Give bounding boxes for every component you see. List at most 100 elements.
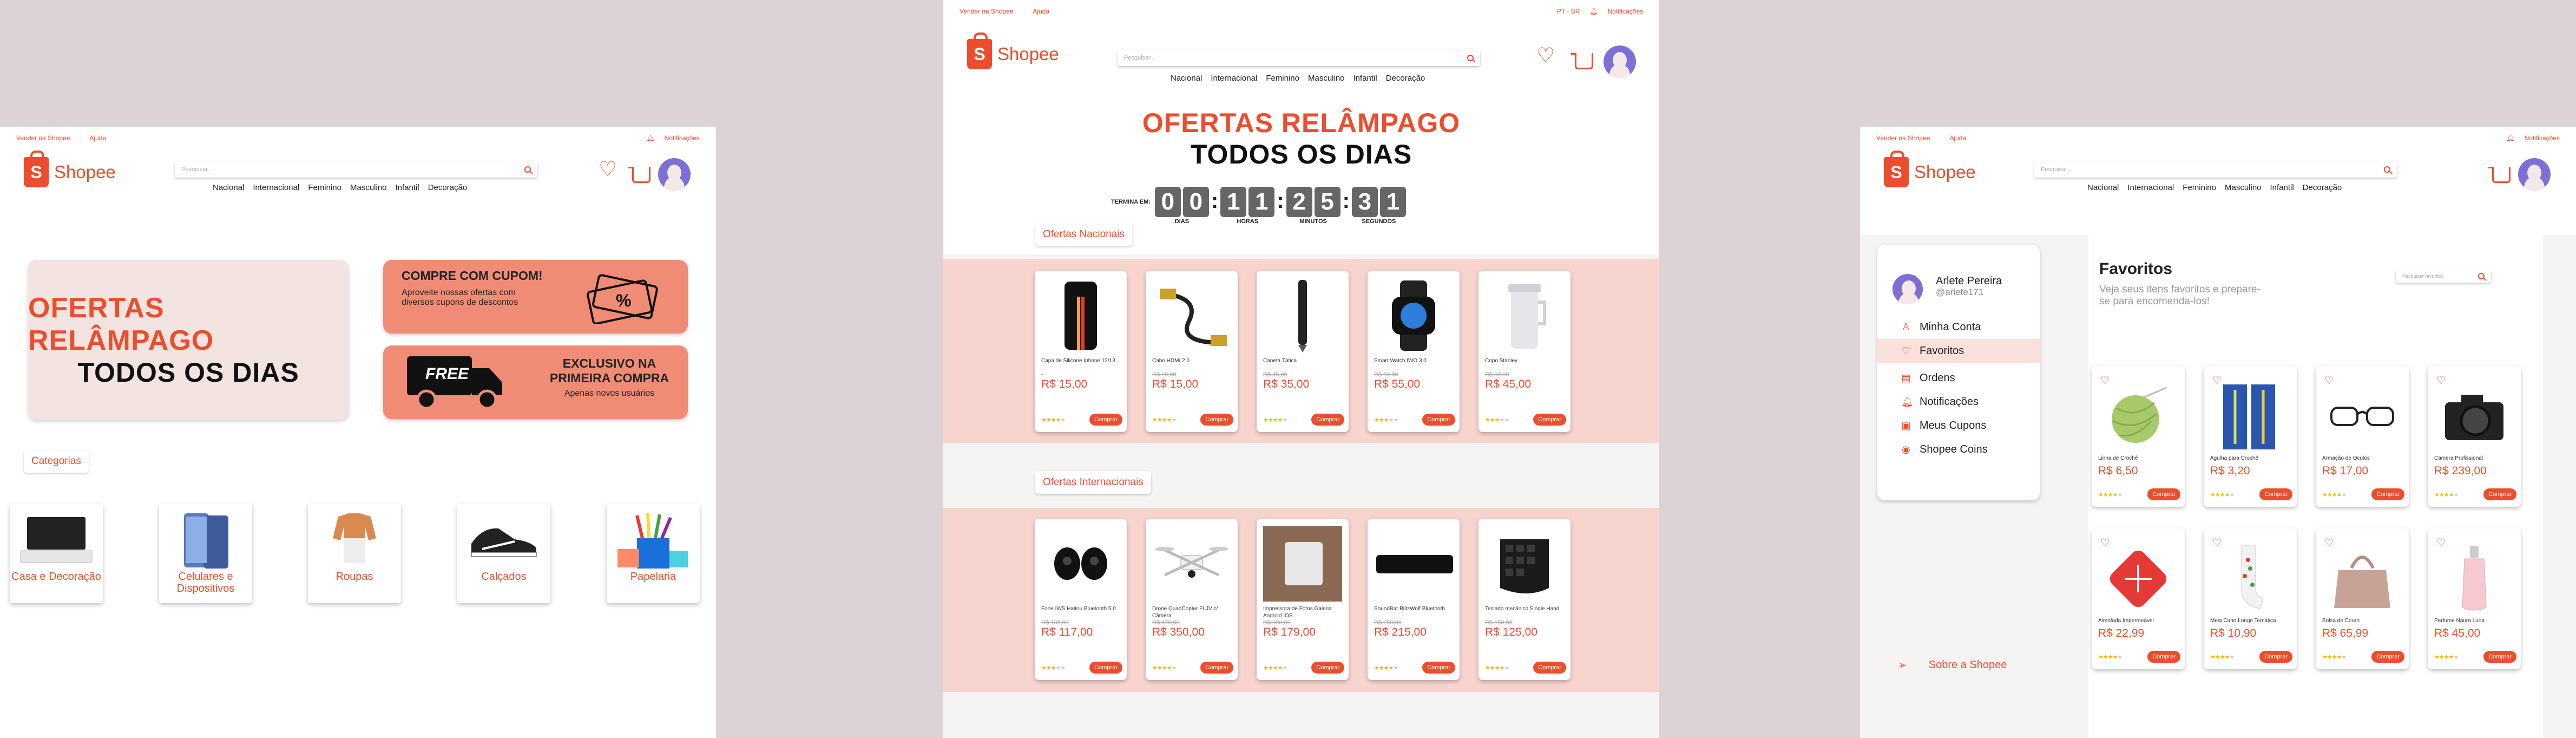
free-shipping-banner[interactable]: FREE EXCLUSIVO NA PRIMEIRA COMPRA Apenas… [383, 345, 688, 419]
favorite-card[interactable]: ♡ Bolsa de Couro R$ 65,99 ★★★★★ Comprar [2316, 528, 2409, 669]
sell-link[interactable]: Vender na Shopee [960, 8, 1013, 15]
search-input[interactable]: Pesquisar... [2034, 161, 2397, 178]
nav-item[interactable]: Feminino [2183, 183, 2216, 192]
buy-button[interactable]: Comprar [1422, 414, 1455, 426]
cart-icon[interactable] [1571, 53, 1593, 69]
help-link[interactable]: Ajuda [1033, 8, 1049, 15]
nav-item[interactable]: Feminino [1266, 74, 1299, 83]
product-card[interactable]: Drone QuadCopter FLJV c/ Câmera R$ 470,00… [1146, 519, 1238, 680]
category-card[interactable]: Roupas [308, 504, 401, 603]
nav-item[interactable]: Decoração [428, 183, 468, 192]
category-card[interactable]: Papelaria [607, 504, 700, 603]
menu-item-cupons[interactable]: ▣ Meus Cupons [1877, 414, 2040, 437]
search-icon[interactable] [2384, 166, 2390, 173]
nav-item[interactable]: Internacional [253, 183, 299, 192]
favorite-card[interactable]: ♡ Agulha para Crochê R$ 3,20 ★★★★★ Comprar [2204, 366, 2297, 507]
avatar[interactable] [2518, 158, 2551, 191]
buy-button[interactable]: Comprar [2259, 651, 2292, 663]
nav-item[interactable]: Masculino [1308, 74, 1345, 83]
notifications-link[interactable]: Notificações [665, 134, 700, 142]
language-selector[interactable]: PT - BR [1557, 8, 1580, 15]
bell-icon[interactable]: 🔔︎ [646, 134, 654, 142]
category-card[interactable]: Celulares e Dispositivos [159, 504, 252, 603]
notifications-link[interactable]: Notificações [2525, 134, 2560, 142]
favorite-card[interactable]: ♡ Perfume Naura Luna R$ 45,00 ★★★★★ Comprar [2428, 528, 2521, 669]
product-card[interactable]: Copo Stanley R$ 60,00 R$ 45,00 ★★★★★ Comprar [1478, 271, 1570, 432]
buy-button[interactable]: Comprar [1422, 662, 1455, 674]
category-card[interactable]: Calçados [457, 504, 550, 603]
product-card[interactable]: Capa de Silicone Iphone 12/13 R$ 15,00 ★★… [1035, 271, 1127, 432]
buy-button[interactable]: Comprar [1200, 662, 1233, 674]
avatar[interactable] [1604, 45, 1636, 78]
product-card[interactable]: SoundBar BiltzWolf Bluetooth R$ 250,00 R$ … [1368, 519, 1460, 680]
favorites-heart-icon[interactable]: ♡ [1536, 45, 1555, 66]
help-link[interactable]: Ajuda [1949, 134, 1966, 142]
product-card[interactable]: Cabo HDMI 2.0 R$ 20,00 R$ 15,00 ★★★★★ Compra… [1146, 271, 1238, 432]
buy-button[interactable]: Comprar [2371, 488, 2404, 500]
category-card[interactable]: Casa e Decoração [10, 504, 103, 603]
avatar[interactable] [658, 158, 691, 191]
buy-button[interactable]: Comprar [2259, 488, 2292, 500]
buy-button[interactable]: Comprar [1311, 414, 1344, 426]
favorite-card[interactable]: ♡ Almofada Impermeável R$ 22,99 ★★★★★ Compra… [2092, 528, 2185, 669]
menu-item-coins[interactable]: ◉ Shopee Coins [1877, 437, 2040, 461]
search-input[interactable]: Pesquisar... [175, 161, 537, 178]
nav-item[interactable]: Infantil [396, 183, 419, 192]
about-shopee-link[interactable]: ➢ Sobre a Shopee [1898, 658, 2007, 672]
favorite-heart-icon[interactable]: ♡ [2212, 536, 2222, 550]
search-icon[interactable] [524, 166, 531, 173]
product-card[interactable]: Smart Watch IWO 3.0 R$ 60,00 R$ 55,00 ★★★★★… [1368, 271, 1460, 432]
favorite-card[interactable]: ♡ Armação de Óculos R$ 17,00 ★★★★★ Comprar [2316, 366, 2409, 507]
product-card[interactable]: Fone IWS Haitou Bluetooth 5.0 R$ 130,00 R$… [1035, 519, 1127, 680]
buy-button[interactable]: Comprar [2483, 488, 2516, 500]
bell-icon[interactable]: 🔔︎ [1589, 8, 1598, 15]
menu-item-minha-conta[interactable]: ♙ Minha Conta [1877, 315, 2040, 339]
shopee-logo[interactable]: S Shopee [967, 32, 1059, 69]
menu-item-ordens[interactable]: ▤ Ordens [1877, 366, 2040, 390]
favorite-heart-icon[interactable]: ♡ [2100, 374, 2110, 387]
nav-item[interactable]: Decoração [1386, 74, 1425, 83]
favorite-heart-icon[interactable]: ♡ [2436, 374, 2446, 387]
shopee-logo[interactable]: S Shopee [1884, 151, 1976, 187]
buy-button[interactable]: Comprar [2371, 651, 2404, 663]
buy-button[interactable]: Comprar [1533, 414, 1566, 426]
cart-icon[interactable] [2488, 167, 2511, 183]
flash-sale-banner[interactable]: OFERTAS RELÂMPAGO TODOS OS DIAS [28, 260, 349, 420]
favorites-search-input[interactable]: Pesquisar favoritos [2396, 270, 2491, 283]
nav-item[interactable]: Infantil [2270, 183, 2294, 192]
product-card[interactable]: Teclado mecânico Single Hand R$ 150,00 R$ … [1478, 519, 1570, 680]
nav-item[interactable]: Nacional [2087, 183, 2119, 192]
favorites-heart-icon[interactable]: ♡ [599, 159, 617, 180]
search-input[interactable]: Pesquisar... [1118, 50, 1480, 66]
cart-icon[interactable] [628, 167, 650, 183]
bell-icon[interactable]: 🔔︎ [2506, 134, 2514, 142]
coupon-banner[interactable]: COMPRE COM CUPOM! Aproveite nossas ofert… [383, 260, 688, 334]
nav-item[interactable]: Masculino [350, 183, 387, 192]
favorite-card[interactable]: ♡ Camera Profissional R$ 239,00 ★★★★★ Compra… [2428, 366, 2521, 507]
nav-item[interactable]: Internacional [1211, 74, 1257, 83]
favorite-heart-icon[interactable]: ♡ [2100, 536, 2110, 550]
nav-item[interactable]: Infantil [1353, 74, 1377, 83]
nav-item[interactable]: Nacional [213, 183, 244, 192]
buy-button[interactable]: Comprar [1200, 414, 1233, 426]
buy-button[interactable]: Comprar [2147, 488, 2180, 500]
nav-item[interactable]: Internacional [2127, 183, 2174, 192]
search-icon[interactable] [2478, 273, 2485, 279]
nav-item[interactable]: Feminino [308, 183, 341, 192]
buy-button[interactable]: Comprar [2483, 651, 2516, 663]
sell-link[interactable]: Vender na Shopee [1876, 134, 1930, 142]
product-card[interactable]: Impressora de Fotos Galeria Android IOS R… [1257, 519, 1349, 680]
shopee-logo[interactable]: S Shopee [24, 151, 116, 187]
favorite-card[interactable]: ♡ Linha de Crochê R$ 6,50 ★★★★★ Comprar [2092, 366, 2185, 507]
help-link[interactable]: Ajuda [89, 134, 106, 142]
sell-link[interactable]: Vender na Shopee [16, 134, 70, 142]
buy-button[interactable]: Comprar [1533, 662, 1566, 674]
nav-item[interactable]: Decoração [2303, 183, 2342, 192]
search-icon[interactable] [1467, 55, 1474, 61]
product-card[interactable]: Caneta Tática R$ 45,00 R$ 35,00 ★★★★★ Compra… [1257, 271, 1349, 432]
menu-item-notificacoes[interactable]: 🔔︎ Notificações [1877, 390, 2040, 414]
favorite-card[interactable]: ♡ Meia Cano Longo Temática R$ 10,90 ★★★★★ Co… [2204, 528, 2297, 669]
favorite-heart-icon[interactable]: ♡ [2212, 374, 2222, 387]
buy-button[interactable]: Comprar [1089, 662, 1122, 674]
favorite-heart-icon[interactable]: ♡ [2436, 536, 2446, 550]
